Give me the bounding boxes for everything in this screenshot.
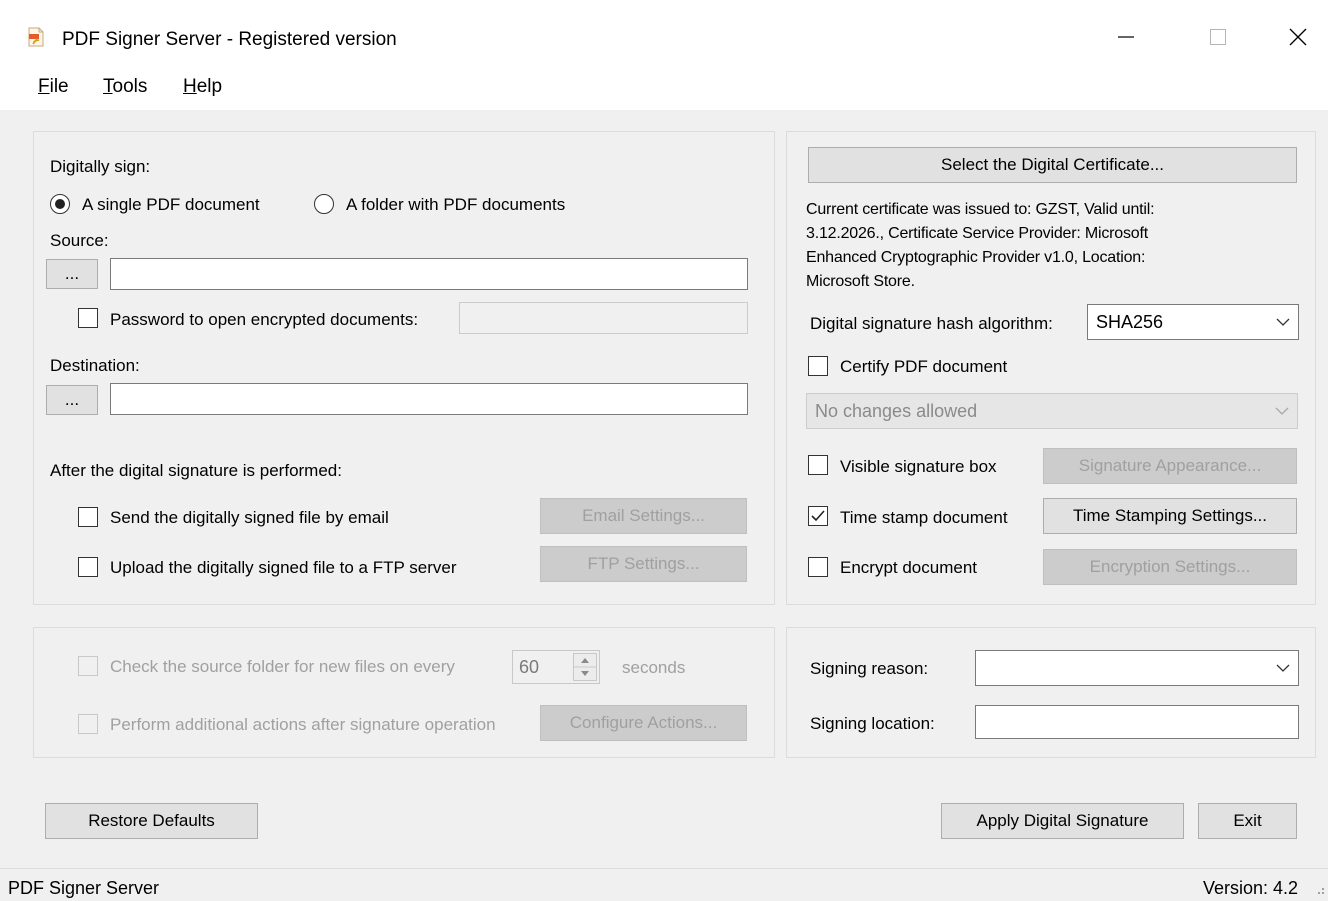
source-label: Source: bbox=[50, 231, 109, 250]
certify-label: Certify PDF document bbox=[840, 357, 1008, 376]
configure-actions-button[interactable]: Configure Actions... bbox=[540, 705, 747, 741]
status-version: Version: 4.2 bbox=[1203, 878, 1299, 898]
radio-selected-dot bbox=[55, 199, 65, 209]
password-label: Password to open encrypted documents: bbox=[110, 310, 419, 329]
password-checkbox[interactable] bbox=[78, 308, 98, 328]
certify-permission-select[interactable]: No changes allowed bbox=[806, 393, 1298, 429]
visible-signature-checkbox[interactable] bbox=[808, 455, 828, 475]
menu-tools[interactable]: Tools bbox=[103, 76, 147, 98]
signing-reason-label: Signing reason: bbox=[810, 659, 929, 678]
certify-checkbox[interactable] bbox=[808, 356, 828, 376]
maximize-icon bbox=[1210, 29, 1226, 45]
radio-single-label: A single PDF document bbox=[82, 195, 260, 214]
close-icon bbox=[1289, 28, 1307, 46]
signing-location-label: Signing location: bbox=[810, 714, 935, 733]
chevron-down-icon bbox=[1275, 407, 1289, 415]
upload-ftp-checkbox[interactable] bbox=[78, 557, 98, 577]
password-input[interactable] bbox=[459, 302, 748, 334]
signing-location-input[interactable] bbox=[975, 705, 1299, 739]
email-settings-button[interactable]: Email Settings... bbox=[540, 498, 747, 534]
radio-folder-documents[interactable] bbox=[314, 194, 334, 214]
encryption-settings-button[interactable]: Encryption Settings... bbox=[1043, 549, 1297, 585]
destination-input[interactable] bbox=[110, 383, 748, 415]
chevron-down-icon bbox=[1276, 664, 1290, 672]
minimize-button[interactable] bbox=[1096, 14, 1156, 60]
certificate-info: Current certificate was issued to: GZST,… bbox=[806, 201, 1155, 290]
window-title: PDF Signer Server - Registered version bbox=[62, 29, 397, 50]
minimize-icon bbox=[1118, 36, 1134, 38]
upload-ftp-label: Upload the digitally signed file to a FT… bbox=[110, 558, 457, 577]
ftp-settings-button[interactable]: FTP Settings... bbox=[540, 546, 747, 582]
visible-signature-label: Visible signature box bbox=[840, 457, 997, 476]
digitally-sign-label: Digitally sign: bbox=[50, 157, 151, 176]
select-certificate-button[interactable]: Select the Digital Certificate... bbox=[808, 147, 1297, 183]
hash-algorithm-select[interactable]: SHA256 bbox=[1087, 304, 1299, 340]
restore-defaults-button[interactable]: Restore Defaults bbox=[45, 803, 258, 839]
signature-appearance-button[interactable]: Signature Appearance... bbox=[1043, 448, 1297, 484]
check-folder-label: Check the source folder for new files on… bbox=[110, 657, 455, 676]
destination-browse-button[interactable]: ... bbox=[46, 385, 98, 415]
hash-algorithm-label: Digital signature hash algorithm: bbox=[810, 314, 1053, 333]
status-app-name: PDF Signer Server bbox=[8, 878, 160, 898]
additional-actions-checkbox[interactable] bbox=[78, 714, 98, 734]
after-signature-label: After the digital signature is performed… bbox=[50, 461, 342, 480]
send-email-checkbox[interactable] bbox=[78, 507, 98, 527]
menu-file[interactable]: File bbox=[38, 76, 69, 98]
destination-label: Destination: bbox=[50, 356, 140, 375]
send-email-label: Send the digitally signed file by email bbox=[110, 508, 389, 527]
menu-help[interactable]: Help bbox=[183, 76, 222, 98]
pdf-document-icon bbox=[28, 27, 44, 47]
checkmark-icon bbox=[811, 510, 825, 522]
timestamp-label: Time stamp document bbox=[840, 508, 1008, 527]
encrypt-label: Encrypt document bbox=[840, 558, 978, 577]
source-browse-button[interactable]: ... bbox=[46, 259, 98, 289]
chevron-down-icon bbox=[1276, 318, 1290, 326]
additional-actions-label: Perform additional actions after signatu… bbox=[110, 715, 496, 734]
maximize-button[interactable] bbox=[1188, 14, 1248, 60]
timestamp-checkbox[interactable] bbox=[808, 506, 828, 526]
resize-grip-icon[interactable] bbox=[1314, 884, 1326, 896]
seconds-label: seconds bbox=[622, 658, 686, 677]
exit-button[interactable]: Exit bbox=[1198, 803, 1297, 839]
timestamp-settings-button[interactable]: Time Stamping Settings... bbox=[1043, 498, 1297, 534]
status-bar bbox=[0, 868, 1328, 901]
encrypt-checkbox[interactable] bbox=[808, 557, 828, 577]
source-input[interactable] bbox=[110, 258, 748, 290]
spinner-arrows-icon[interactable] bbox=[573, 653, 597, 681]
check-folder-checkbox[interactable] bbox=[78, 656, 98, 676]
radio-single-document[interactable] bbox=[50, 194, 70, 214]
apply-signature-button[interactable]: Apply Digital Signature bbox=[941, 803, 1184, 839]
interval-spinner[interactable]: 60 bbox=[512, 650, 600, 684]
radio-folder-label: A folder with PDF documents bbox=[346, 195, 566, 214]
close-button[interactable] bbox=[1268, 14, 1328, 60]
signing-reason-select[interactable] bbox=[975, 650, 1299, 686]
